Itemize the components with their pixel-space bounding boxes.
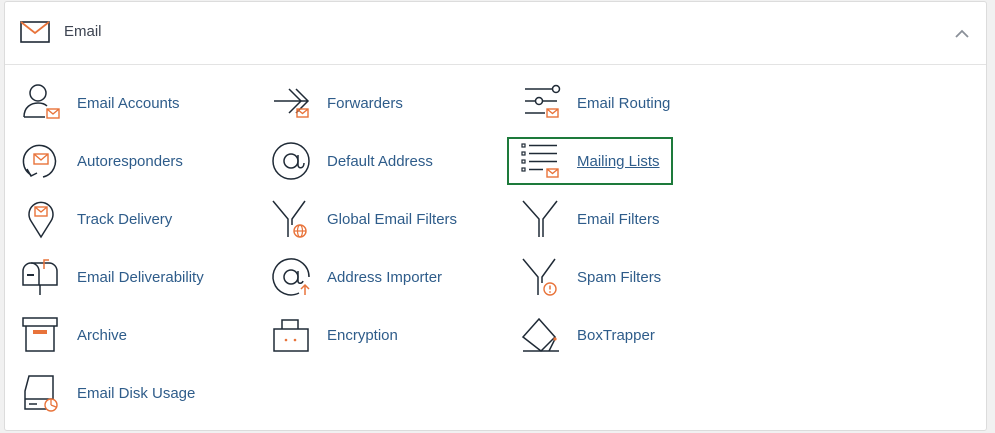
email-routing-icon: [525, 84, 561, 118]
tool-label: Archive: [77, 326, 128, 344]
section-title: Email: [64, 23, 102, 40]
tool-label: Encryption: [327, 326, 398, 344]
boxtrapper-icon: [521, 317, 559, 352]
chevron-up-icon[interactable]: [952, 24, 972, 44]
address-importer-icon: [272, 258, 310, 296]
tool-label: Email Routing: [577, 94, 671, 112]
tool-archive[interactable]: Archive: [19, 315, 259, 355]
tool-label: Address Importer: [327, 268, 443, 286]
tool-address-importer[interactable]: Address Importer: [269, 257, 509, 297]
tool-global-email-filters[interactable]: Global Email Filters: [269, 199, 509, 239]
tool-label: Forwarders: [327, 94, 403, 112]
tool-email-deliverability[interactable]: Email Deliverability: [19, 257, 259, 297]
tool-label: Email Filters: [577, 210, 660, 228]
default-address-icon: [272, 142, 310, 180]
tool-boxtrapper[interactable]: BoxTrapper: [519, 315, 759, 355]
envelope-icon: [20, 21, 50, 43]
mailing-lists-icon: [521, 143, 559, 178]
tool-email-disk-usage[interactable]: Email Disk Usage: [19, 373, 259, 413]
tool-label: Email Deliverability: [77, 268, 204, 286]
tool-email-filters[interactable]: Email Filters: [519, 199, 759, 239]
email-filters-icon: [522, 200, 558, 237]
tool-spam-filters[interactable]: Spam Filters: [519, 257, 759, 297]
email-deliverability-icon: [22, 259, 58, 295]
archive-icon: [22, 317, 58, 352]
tool-label: Mailing Lists: [577, 152, 660, 170]
tool-email-routing[interactable]: Email Routing: [519, 83, 759, 123]
email-disk-usage-icon: [24, 375, 58, 412]
tool-encryption[interactable]: Encryption: [269, 315, 509, 355]
email-section-panel: Email Email Accounts Forwarders Email Ro…: [4, 1, 987, 431]
tool-label: Autoresponders: [77, 152, 183, 170]
tool-track-delivery[interactable]: Track Delivery: [19, 199, 259, 239]
tool-label: Global Email Filters: [327, 210, 458, 228]
forwarders-icon: [274, 88, 310, 118]
tool-mailing-lists[interactable]: Mailing Lists: [507, 137, 673, 185]
encryption-icon: [273, 319, 309, 352]
tool-label: Email Accounts: [77, 94, 180, 112]
tool-default-address[interactable]: Default Address: [269, 141, 509, 181]
track-delivery-icon: [28, 201, 54, 239]
email-accounts-icon: [23, 84, 60, 119]
tool-label: Spam Filters: [577, 268, 662, 286]
section-header[interactable]: Email: [5, 2, 986, 65]
tool-label: Email Disk Usage: [77, 384, 196, 402]
tool-autoresponders[interactable]: Autoresponders: [19, 141, 259, 181]
tool-forwarders[interactable]: Forwarders: [269, 83, 509, 123]
spam-filters-icon: [522, 258, 557, 296]
tool-label: BoxTrapper: [577, 326, 655, 344]
global-email-filters-icon: [272, 200, 307, 238]
autoresponders-icon: [22, 144, 57, 178]
tool-label: Default Address: [327, 152, 433, 170]
tool-label: Track Delivery: [77, 210, 173, 228]
tool-email-accounts[interactable]: Email Accounts: [19, 83, 259, 123]
